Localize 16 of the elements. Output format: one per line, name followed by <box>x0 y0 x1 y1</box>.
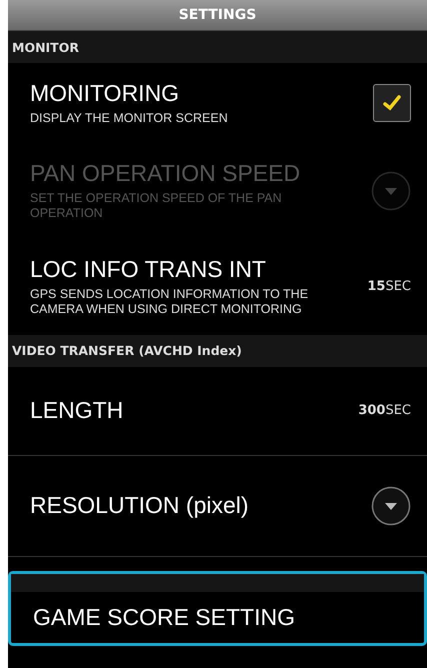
screen-title: SETTINGS <box>178 7 256 23</box>
setting-title[interactable]: LOC INFO TRANS INT <box>30 256 360 284</box>
section-title: VIDEO TRANSFER (AVCHD Index) <box>12 343 242 358</box>
setting-title[interactable]: GAME SCORE SETTING <box>33 604 408 632</box>
checkmark-icon <box>382 93 402 114</box>
setting-title[interactable]: LENGTH <box>30 396 350 424</box>
checkbox[interactable] <box>373 84 411 122</box>
setting-description: DISPLAY THE MONITOR SCREEN <box>30 110 229 126</box>
setting-description: SET THE OPERATION SPEED OF THE PAN OPERATION <box>30 190 283 222</box>
section-title: MONITOR <box>12 40 79 54</box>
setting-title[interactable]: MONITORING <box>30 80 365 108</box>
setting-value: 300SEC <box>358 403 411 418</box>
setting-value: 15SEC <box>367 279 411 294</box>
setting-title[interactable]: RESOLUTION (pixel) <box>30 492 363 520</box>
dropdown-icon[interactable] <box>371 486 411 526</box>
setting-description: GPS SENDS LOCATION INFORMATION TO THE CAMERA WHEN USING DIRECT MONITORING <box>30 286 310 318</box>
